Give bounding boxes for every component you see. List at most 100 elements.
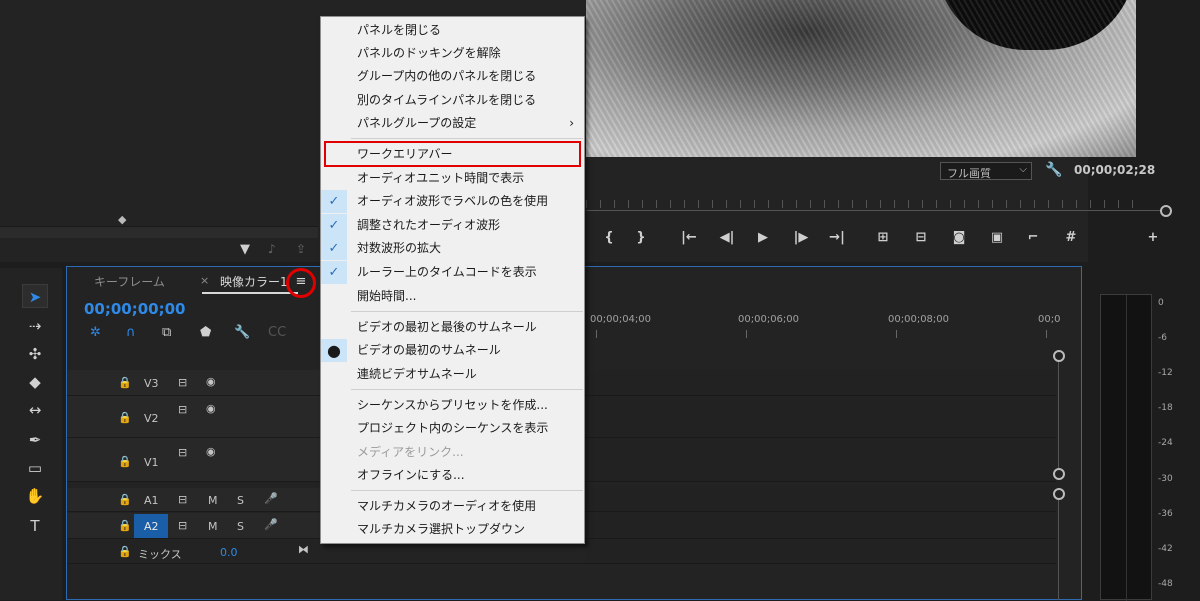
hand-tool-icon[interactable]: ✋ [22,484,48,508]
compare-view-icon[interactable]: ▣ [986,230,1008,248]
video-track-scrollbar[interactable] [1053,350,1068,480]
step-forward-icon[interactable]: |▶ [790,230,812,248]
export-frame-icon[interactable]: ⇪ [296,242,306,256]
tab-keyframe[interactable]: キーフレーム [94,273,165,290]
lock-icon[interactable]: 🔒 [118,455,132,468]
nest-toggle-icon[interactable]: ✲ [90,325,101,340]
clip-area-mix[interactable] [586,540,1056,564]
scroll-handle[interactable] [1053,350,1065,362]
solo-button[interactable]: S [237,494,244,507]
eye-icon[interactable]: ◉ [206,402,216,415]
sync-lock-icon[interactable]: ⊟ [178,446,187,459]
menu-item-multicam-topdown[interactable]: マルチカメラ選択トップダウン [321,518,584,541]
menu-item-panel-group-settings[interactable]: パネルグループの設定 › [321,112,584,135]
lift-icon[interactable]: ⊞ [872,230,894,248]
menu-item-audio-units[interactable]: オーディオユニット時間で表示 [321,167,584,190]
clip-area-v2[interactable] [586,396,1056,438]
program-duration-timecode: 00;00;02;28 [1074,163,1156,177]
mute-button[interactable]: M [208,520,218,533]
timeline-settings-icon[interactable]: 🔧 [234,325,250,340]
mark-in-icon[interactable]: { [598,230,620,248]
audio-only-icon[interactable]: ♪ [268,242,276,256]
sync-lock-icon[interactable]: ⊟ [178,519,187,532]
menu-item-reveal-sequence[interactable]: プロジェクト内のシーケンスを表示 [321,417,584,440]
menu-item-close-panel[interactable]: パネルを閉じる [321,19,584,42]
menu-item-label-color-waveform[interactable]: ✓ オーディオ波形でラベルの色を使用 [321,190,584,213]
export-frame-camera-icon[interactable]: ◙ [948,230,970,248]
step-back-icon[interactable]: ◀| [716,230,738,248]
selection-tool-icon[interactable]: ➤ [22,284,48,308]
sync-lock-icon[interactable]: ⊟ [178,376,187,389]
solo-button[interactable]: S [237,520,244,533]
sequence-timecode[interactable]: 00;00;00;00 [84,300,186,318]
menu-item-make-offline[interactable]: オフラインにする... [321,464,584,487]
clip-area-v1[interactable] [586,438,1056,482]
go-to-end-icon[interactable]: ⧓ [298,543,309,556]
menu-item-rectified-waveforms[interactable]: ✓ 調整されたオーディオ波形 [321,214,584,237]
scrubber-end-handle[interactable] [1160,205,1172,217]
add-button-icon[interactable]: + [1142,230,1164,248]
track-select-tool-icon[interactable]: ⇢ [22,314,48,338]
audio-track-scrollbar[interactable] [1053,488,1068,600]
type-tool-icon[interactable]: T [22,514,48,538]
ruler-tick [746,330,747,338]
lock-icon[interactable]: 🔒 [118,519,132,532]
menu-item-start-time[interactable]: 開始時間... [321,285,584,308]
meter-label: -18 [1158,403,1173,413]
menu-item-create-preset[interactable]: シーケンスからプリセットを作成... [321,394,584,417]
scroll-handle[interactable] [1053,488,1065,500]
ripple-edit-tool-icon[interactable]: ✣ [22,342,48,366]
tab-sequence[interactable]: 映像カラー1 [220,273,288,290]
extract-icon[interactable]: ⊟ [910,230,932,248]
lock-icon[interactable]: 🔒 [118,376,132,389]
lock-icon[interactable]: 🔒 [118,411,132,424]
filter-icon[interactable]: ▼ [240,242,250,257]
clip-area-a2[interactable] [586,513,1056,539]
play-icon[interactable]: ▶ [752,230,774,248]
rectangle-tool-icon[interactable]: ▭ [22,456,48,480]
go-to-out-icon[interactable]: →| [826,230,848,248]
menu-item-label: メディアをリンク... [357,445,464,459]
settings-wrench-icon[interactable]: 🔧 [1045,162,1062,178]
eye-icon[interactable]: ◉ [206,375,216,388]
sync-lock-icon[interactable]: ⊟ [178,493,187,506]
pen-tool-icon[interactable]: ✒ [22,428,48,452]
menu-item-close-other-panels[interactable]: グループ内の他のパネルを閉じる [321,65,584,88]
mix-volume-value[interactable]: 0.0 [220,546,238,559]
keyframe-diamond-icon[interactable]: ◆ [118,213,126,226]
panel-menu-icon[interactable]: ≡ [286,268,316,298]
mark-out-icon[interactable]: } [630,230,652,248]
sync-lock-icon[interactable]: ⊟ [178,403,187,416]
menu-item-head-thumbnail[interactable]: ● ビデオの最初のサムネール [321,339,584,362]
scroll-handle[interactable] [1053,468,1065,480]
program-scrubber[interactable] [586,205,1172,217]
linked-selection-icon[interactable]: ⧉ [162,325,171,340]
lock-icon[interactable]: 🔒 [118,493,132,506]
menu-item-continuous-thumbnails[interactable]: 連続ビデオサムネール [321,363,584,386]
menu-item-close-other-timelines[interactable]: 別のタイムラインパネルを閉じる [321,89,584,112]
lock-icon[interactable]: 🔒 [118,545,132,558]
captions-icon[interactable]: CC [268,325,286,340]
go-to-in-icon[interactable]: |← [678,230,700,248]
playback-quality-dropdown[interactable]: フル画質 ⌵ [940,162,1032,180]
safe-margins-icon[interactable]: ⌐ [1022,230,1044,248]
add-marker-icon[interactable]: ⬟ [200,325,211,340]
time-ruler[interactable]: 00;00;04;00 00;00;06;00 00;00;08;00 00;0 [586,308,1066,338]
microphone-icon[interactable]: 🎤 [264,518,278,531]
menu-item-multicam-audio[interactable]: マルチカメラのオーディオを使用 [321,495,584,518]
menu-item-ruler-timecode[interactable]: ✓ ルーラー上のタイムコードを表示 [321,261,584,284]
menu-item-undock-panel[interactable]: パネルのドッキングを解除 [321,42,584,65]
menu-item-logarithmic-waveform[interactable]: ✓ 対数波形の拡大 [321,237,584,260]
microphone-icon[interactable]: 🎤 [264,492,278,505]
slip-tool-icon[interactable]: ↔ [22,398,48,422]
grid-icon[interactable]: # [1060,230,1082,248]
razor-tool-icon[interactable]: ◆ [22,370,48,394]
eye-icon[interactable]: ◉ [206,445,216,458]
clip-area-v3[interactable] [586,370,1056,396]
clip-area-a1[interactable] [586,488,1056,512]
mute-button[interactable]: M [208,494,218,507]
tab-close-icon[interactable]: × [200,274,209,287]
snap-magnet-icon[interactable]: ∩ [126,325,136,340]
source-scrollbar[interactable] [0,226,318,238]
menu-item-head-tail-thumbnails[interactable]: ビデオの最初と最後のサムネール [321,316,584,339]
